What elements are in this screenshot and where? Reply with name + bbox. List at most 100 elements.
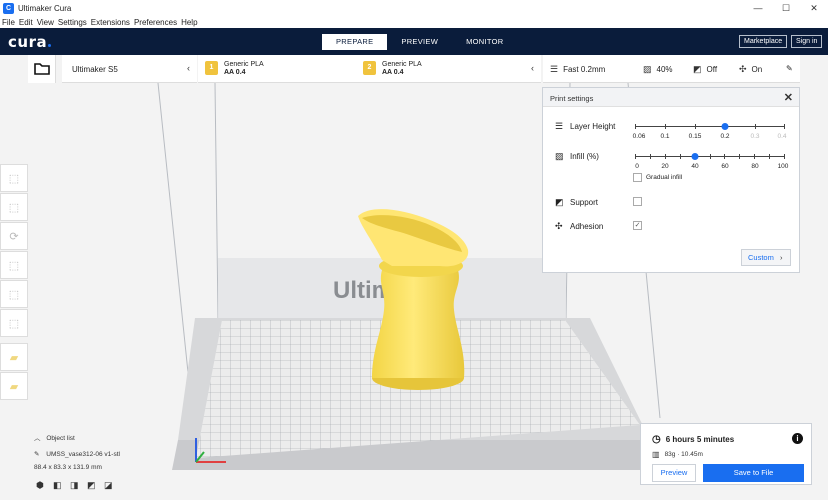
object-list-toggle[interactable]: ︿ Object list [34,432,75,442]
slider-tick [724,154,726,159]
open-file-button[interactable] [28,55,56,83]
slider-tick [695,124,696,129]
pencil-icon: ✎ [34,451,40,458]
tab-monitor[interactable]: MONITOR [452,34,517,50]
slider-tick [755,124,756,129]
move-icon: ⬚ [8,172,20,185]
close-icon[interactable]: ✕ [800,0,828,16]
mirror-icon: ⬚ [8,259,20,272]
layer-height-tick-label: 0.3 [750,133,760,140]
front-view-icon[interactable]: ◧ [53,480,70,491]
slider-tick [635,154,636,159]
infill-tick-label: 20 [661,163,669,170]
infill-summary: ▨ 40% [643,64,673,75]
slider-tick [784,154,785,159]
tab-prepare[interactable]: PREPARE [322,34,388,50]
cura-logo-text: cura [8,33,48,51]
print-settings-selector[interactable]: ☰ Fast 0.2mm ▨ 40% ◩ Off ✣ On ✎ [543,55,800,83]
infill-row: ▨ Infill (%) [555,151,599,162]
rotate-tool-button[interactable]: ⟳ [0,222,28,250]
menu-file[interactable]: File [2,18,15,27]
extruder-2-tool-button[interactable]: ▰ [0,372,28,400]
layer-height-tick-label: 0.4 [777,133,787,140]
custom-settings-button[interactable]: Custom › [741,249,791,266]
extruder-selector[interactable]: 1 Generic PLA AA 0.4 2 Generic PLA AA 0.… [198,55,541,83]
print-action-panel: ◷ 6 hours 5 minutes ▥ 83g · 10.45m i Pre… [640,423,812,485]
layer-height-icon: ☰ [555,121,564,131]
profile-summary: ☰ Fast 0.2mm [550,64,605,75]
move-tool-button[interactable]: ⬚ [0,164,28,192]
tab-preview[interactable]: PREVIEW [387,34,452,50]
menu-preferences[interactable]: Preferences [134,18,177,27]
infill-icon: ▨ [555,151,564,161]
adhesion-checkbox[interactable]: ✓ [633,221,642,230]
extruder-1-badge: 1 [205,61,218,75]
adhesion-value: On [751,65,763,74]
infill-slider[interactable]: 0 20 40 60 80 100 [635,151,788,173]
support-blocker-icon: ⬚ [8,317,20,330]
extruder-1-tool-button[interactable]: ▰ [0,343,28,371]
slider-tick [784,124,785,129]
layer-height-tick-label: 0.2 [720,133,730,140]
chevron-right-icon: › [779,253,783,262]
support-blocker-button[interactable]: ⬚ [0,309,28,337]
extruder-1[interactable]: 1 Generic PLA AA 0.4 [205,61,264,76]
close-icon[interactable]: ✕ [784,91,793,104]
cura-logo: cura [8,33,52,51]
print-time: 6 hours 5 minutes [665,435,735,444]
infill-handle[interactable] [691,153,699,160]
infill-tick-label: 100 [777,163,789,170]
extruder-2-icon: ▰ [9,380,19,393]
signin-button[interactable]: Sign in [791,35,823,48]
gradual-infill-checkbox[interactable] [633,173,642,182]
support-row: ◩ Support [555,197,598,208]
infill-tick-label: 0 [635,163,639,170]
maximize-icon[interactable]: ☐ [772,0,800,16]
object-filename: UMSS_vase312-06 v1-stl [46,451,120,458]
view-buttons: ⬢ ◧ ◨ ◩ ◪ [36,480,121,491]
panel-title: Print settings [550,94,594,103]
support-icon: ◩ [693,64,702,74]
marketplace-button[interactable]: Marketplace [739,35,788,48]
extruder-1-icon: ▰ [9,351,19,364]
adhesion-icon: ✣ [555,221,563,231]
infill-value: 40% [656,65,673,74]
menu-edit[interactable]: Edit [19,18,33,27]
3d-view-icon[interactable]: ⬢ [36,480,53,491]
custom-button-label: Custom [748,253,774,262]
save-to-file-button[interactable]: Save to File [703,464,804,482]
panel-header: Print settings ✕ [543,88,799,107]
infill-tick-label: 60 [721,163,729,170]
menu-extensions[interactable]: Extensions [91,18,130,27]
minimize-icon[interactable]: — [744,0,772,16]
support-checkbox[interactable] [633,197,642,206]
per-model-icon: ⬚ [8,288,20,301]
layer-height-tick-label: 0.06 [632,133,646,140]
info-icon[interactable]: i [792,433,803,444]
slider-tick [739,154,741,159]
printer-name: Ultimaker S5 [72,65,118,74]
infill-icon: ▨ [643,64,652,74]
scale-tool-button[interactable]: ⬚ [0,193,28,221]
adhesion-row: ✣ Adhesion [555,221,603,232]
mirror-tool-button[interactable]: ⬚ [0,251,28,279]
preview-button[interactable]: Preview [652,464,696,482]
layer-height-handle[interactable] [721,123,729,130]
printer-selector[interactable]: Ultimaker S5 ‹ [62,55,197,83]
menu-view[interactable]: View [37,18,54,27]
left-view-icon[interactable]: ◩ [87,480,104,491]
adhesion-label: Adhesion [570,222,604,231]
menu-settings[interactable]: Settings [58,18,87,27]
layer-height-slider[interactable]: 0.06 0.1 0.15 0.2 0.3 0.4 [632,121,787,143]
support-label: Support [570,198,599,207]
slider-tick [635,124,636,129]
per-model-settings-button[interactable]: ⬚ [0,280,28,308]
extruder-2[interactable]: 2 Generic PLA AA 0.4 [363,61,422,76]
window-controls: — ☐ ✕ [744,0,828,16]
menu-help[interactable]: Help [181,18,197,27]
extruder-2-badge: 2 [363,61,376,75]
top-view-icon[interactable]: ◨ [70,480,87,491]
slider-tick [649,154,651,159]
right-view-icon[interactable]: ◪ [104,480,121,491]
object-file-row: ✎ UMSS_vase312-06 v1-stl [34,450,120,458]
